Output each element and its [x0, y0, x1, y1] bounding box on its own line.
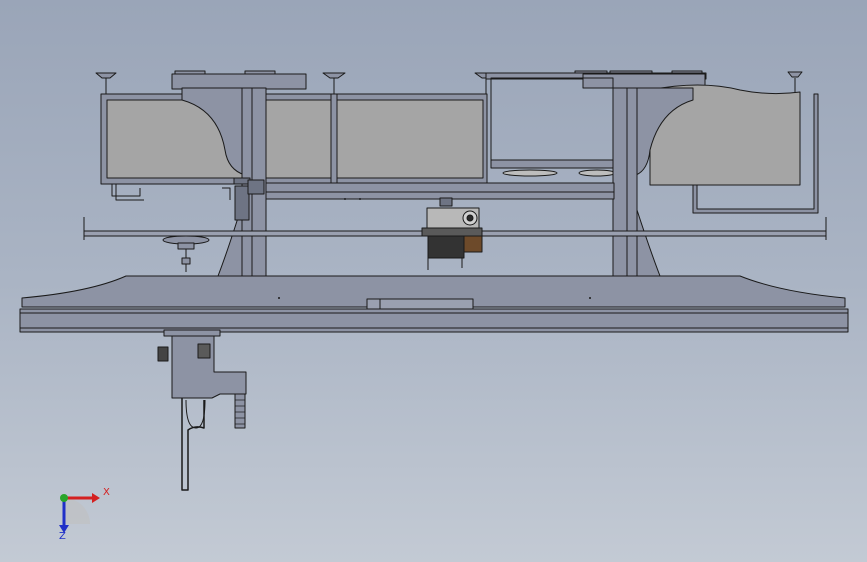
coordinate-triad	[59, 493, 100, 533]
cad-viewport[interactable]	[0, 0, 867, 562]
bottom-scraper-assembly	[157, 329, 247, 491]
left-hanger-pipes	[111, 184, 231, 201]
left-hopper-frame	[100, 93, 488, 185]
center-motor-carriage	[421, 197, 483, 270]
y-axis-point	[60, 494, 68, 502]
x-axis-label: X	[103, 487, 110, 498]
top-rail-left	[171, 73, 307, 90]
cross-beam	[265, 182, 615, 200]
main-base-plate	[19, 275, 849, 333]
z-axis-label: Z	[59, 531, 66, 542]
left-turntable	[162, 235, 210, 272]
